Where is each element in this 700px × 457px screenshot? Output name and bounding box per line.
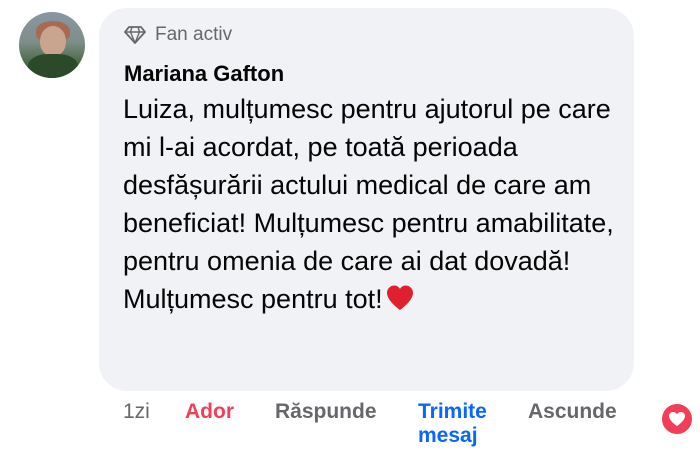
send-message-line1: Trimite	[418, 400, 487, 423]
reaction-button[interactable]: Ador	[185, 400, 234, 424]
hide-button[interactable]: Ascunde	[528, 400, 617, 424]
avatar[interactable]	[19, 12, 85, 78]
comment-body: Luiza, mulțumesc pentru ajutorul pe care…	[123, 94, 614, 314]
comment-actions: 1zi Ador Răspunde Trimite mesaj Ascunde	[0, 400, 700, 457]
badge-label: Fan activ	[155, 24, 233, 45]
comment-item: Fan activ Mariana Gafton Luiza, mulțumes…	[0, 0, 700, 457]
comment-author[interactable]: Mariana Gafton	[124, 61, 284, 87]
heart-reaction-icon[interactable]	[660, 402, 694, 436]
avatar-body	[28, 54, 78, 78]
avatar-face	[40, 26, 66, 56]
send-message-button[interactable]: Trimite mesaj	[418, 400, 508, 448]
fan-badge: Fan activ	[123, 24, 232, 46]
timestamp[interactable]: 1zi	[123, 400, 150, 424]
diamond-icon	[123, 25, 147, 45]
reply-button[interactable]: Răspunde	[275, 400, 377, 424]
comment-text: Luiza, mulțumesc pentru ajutorul pe care…	[123, 90, 623, 322]
red-heart-icon	[385, 284, 415, 322]
send-message-line2: mesaj	[418, 424, 478, 447]
